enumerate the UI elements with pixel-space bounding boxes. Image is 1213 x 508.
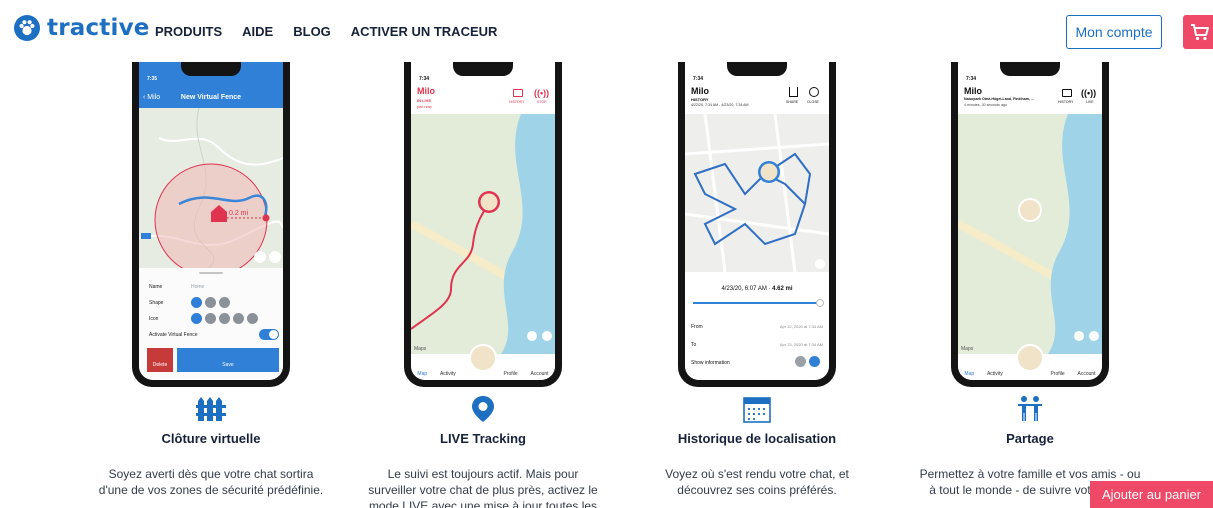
cart-button[interactable] <box>1183 15 1213 49</box>
phone-screen: 7:34 Milo HISTORY 4/22/20, 7:34 AM - 4/2… <box>685 62 829 380</box>
feature-sharing: 7:34 Milo Naturpark Obst-Hügel-Land, Fin… <box>900 62 1160 508</box>
close-label: CLOSE <box>807 100 819 104</box>
icon-label: Icon <box>149 316 159 322</box>
live-map <box>411 114 555 354</box>
brand-name: tractive <box>47 15 150 41</box>
feature-title: Historique de localisation <box>677 431 837 446</box>
close-icon[interactable] <box>809 87 819 97</box>
delete-button[interactable]: Delete <box>147 348 173 372</box>
stop-label: STOP <box>537 100 547 104</box>
pet-name: Milo <box>691 86 709 96</box>
name-label: Name <box>149 284 163 290</box>
nav-activer-un-traceur[interactable]: ACTIVER UN TRACEUR <box>351 24 498 39</box>
paw-logo-icon <box>14 15 40 41</box>
nav-blog[interactable]: BLOG <box>293 24 331 39</box>
live-label: LIVE <box>1086 100 1094 104</box>
feature-title: LIVE Tracking <box>440 431 526 446</box>
people-icon <box>900 395 1160 423</box>
from-label: From <box>691 324 703 330</box>
tab-activity[interactable]: Activity <box>987 371 1003 377</box>
main-nav: PRODUITS AIDE BLOG ACTIVER UN TRACEUR <box>155 24 517 39</box>
feature-description: Soyez averti dès que votre chat sortira … <box>98 467 324 497</box>
tab-activity[interactable]: Activity <box>440 371 456 377</box>
status-time: 7:35 <box>147 76 158 82</box>
nav-produits[interactable]: PRODUITS <box>155 24 222 39</box>
tab-account[interactable]: Account <box>530 371 548 377</box>
shopping-cart-icon <box>1191 24 1209 41</box>
history-icon[interactable] <box>513 89 523 97</box>
live-signal-icon[interactable]: ((•)) <box>534 88 549 98</box>
screen-title: New Virtual Fence <box>180 94 242 101</box>
to-value[interactable]: Apr 23, 2020 at 7:34 AM <box>780 342 823 347</box>
feature-description: Le suivi est toujours actif. Mais pour s… <box>368 467 598 508</box>
add-to-cart-button[interactable]: Ajouter au panier <box>1090 481 1213 508</box>
fence-map <box>139 108 283 268</box>
tab-map[interactable]: Map <box>417 371 427 377</box>
save-button[interactable]: Save <box>177 348 279 372</box>
calendar-icon <box>627 395 887 423</box>
feature-virtual-fence: 7:35 ‹ Milo New Virtual Fence 0.2 mi Nam… <box>81 62 341 508</box>
shape-options[interactable] <box>191 297 230 308</box>
maps-attribution: Maps <box>414 346 427 352</box>
share-label: SHARE <box>786 100 799 104</box>
to-label: To <box>691 342 697 348</box>
phone-screen: 7:34 Milo IN LIVE just now HISTORY ((•))… <box>411 62 555 380</box>
tractive-logo[interactable]: tractive <box>13 14 150 42</box>
share-icon[interactable] <box>789 87 798 97</box>
phone-mockup: 7:35 ‹ Milo New Virtual Fence 0.2 mi Nam… <box>132 62 290 387</box>
feature-live-tracking: 7:34 Milo IN LIVE just now HISTORY ((•))… <box>353 62 613 508</box>
tab-account[interactable]: Account <box>1077 371 1095 377</box>
pet-name: Milo <box>964 86 982 96</box>
history-label: HISTORY <box>691 97 709 102</box>
status-time: 7:34 <box>693 76 704 82</box>
sharing-map <box>958 114 1102 354</box>
info-toggle-a[interactable] <box>795 356 806 367</box>
account-button[interactable]: Mon compte <box>1066 15 1162 49</box>
location-pin-icon <box>353 395 613 423</box>
icon-options[interactable] <box>191 313 258 324</box>
history-label: HISTORY <box>509 100 525 104</box>
info-toggle-b[interactable] <box>809 356 820 367</box>
from-value[interactable]: Apr 22, 2020 at 7:34 AM <box>780 324 823 329</box>
status-time: 7:34 <box>419 76 430 82</box>
show-info-label: Show information <box>691 360 730 366</box>
history-map <box>685 114 829 272</box>
history-range: 4/22/20, 7:34 AM - 4/23/20, 7:34 AM <box>691 103 749 107</box>
pet-avatar[interactable] <box>469 344 497 372</box>
history-summary: 4/23/20, 6:07 AM · 4.62 mi <box>721 286 793 292</box>
activate-label: Activate Virtual Fence <box>149 332 198 338</box>
time-slider[interactable] <box>693 302 821 304</box>
pet-avatar[interactable] <box>1016 344 1044 372</box>
tab-profile[interactable]: Profile <box>503 371 517 377</box>
tab-profile[interactable]: Profile <box>1050 371 1064 377</box>
activate-toggle[interactable] <box>259 329 279 340</box>
fence-icon <box>81 395 341 423</box>
phone-mockup: 7:34 Milo IN LIVE just now HISTORY ((•))… <box>404 62 562 387</box>
history-label: HISTORY <box>1058 100 1074 104</box>
status-time: 7:34 <box>966 76 977 82</box>
phone-screen: 7:34 Milo Naturpark Obst-Hügel-Land, Fin… <box>958 62 1102 380</box>
maps-attribution: Maps <box>961 346 974 352</box>
site-header: tractive PRODUITS AIDE BLOG ACTIVER UN T… <box>0 0 1213 62</box>
feature-location-history: 7:34 Milo HISTORY 4/22/20, 7:34 AM - 4/2… <box>627 62 887 508</box>
history-icon[interactable] <box>1062 89 1072 97</box>
phone-screen: 7:35 ‹ Milo New Virtual Fence 0.2 mi Nam… <box>139 62 283 380</box>
name-field[interactable]: Home <box>191 284 204 290</box>
slider-handle[interactable] <box>816 299 824 307</box>
pet-name: Milo <box>417 86 435 96</box>
live-signal-icon[interactable]: ((•)) <box>1081 88 1096 98</box>
feature-description: Voyez où s'est rendu votre chat, et déco… <box>665 467 849 497</box>
tab-map[interactable]: Map <box>964 371 974 377</box>
time-ago: 4 minutes, 30 seconds ago <box>964 103 1007 107</box>
feature-title: Clôture virtuelle <box>161 431 261 446</box>
fence-distance: 0.2 mi <box>229 210 249 217</box>
phone-mockup: 7:34 Milo Naturpark Obst-Hügel-Land, Fin… <box>951 62 1109 387</box>
nav-aide[interactable]: AIDE <box>242 24 273 39</box>
place-name: Naturpark Obst-Hügel-Land, Finklham, ... <box>964 97 1034 101</box>
live-status: IN LIVE <box>417 98 432 103</box>
phone-mockup: 7:34 Milo HISTORY 4/22/20, 7:34 AM - 4/2… <box>678 62 836 387</box>
last-update: just now <box>417 104 432 109</box>
feature-title: Partage <box>1006 431 1054 446</box>
shape-label: Shape <box>149 300 164 306</box>
